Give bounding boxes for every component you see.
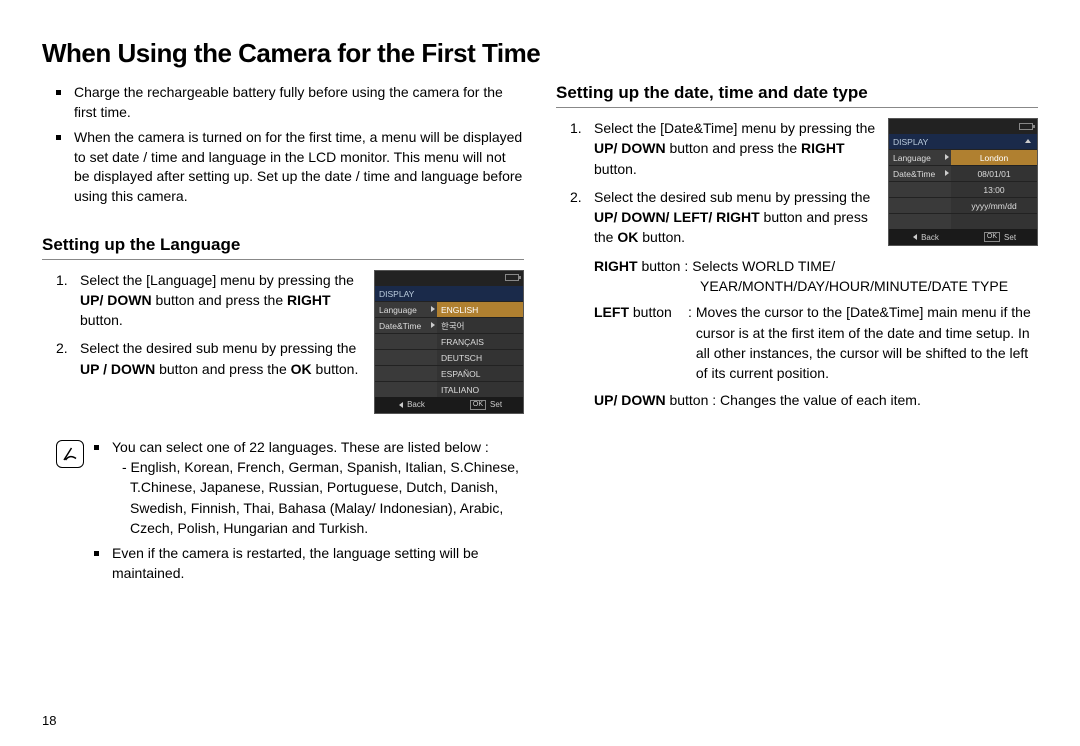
button-name: OK — [617, 229, 638, 245]
button-name: RIGHT — [594, 258, 638, 274]
date-steps: Select the [Date&Time] menu by pressing … — [556, 118, 876, 256]
button-suffix: button : — [666, 392, 720, 408]
lcd-foot-back: Back — [407, 400, 425, 409]
step-text: button. — [80, 312, 123, 328]
lcd-option: ITALIANO — [437, 381, 523, 397]
step-item: Select the [Language] menu by pressing t… — [56, 270, 362, 331]
lcd-menu-item: Language — [889, 149, 951, 165]
step-text: Select the desired sub menu by pressing … — [80, 340, 356, 356]
language-steps: Select the [Language] menu by pressing t… — [42, 270, 362, 387]
button-definition-left: LEFT button : Moves the cursor to the [D… — [556, 302, 1038, 383]
button-suffix: button — [638, 258, 681, 274]
intro-bullets: Charge the rechargeable battery fully be… — [42, 83, 524, 207]
step-text: button and press the — [155, 361, 290, 377]
button-name: UP/ DOWN — [594, 392, 666, 408]
back-arrow-icon — [399, 402, 403, 408]
section-title-date: Setting up the date, time and date type — [556, 83, 1038, 108]
ok-icon: OK — [470, 400, 486, 410]
button-name: UP/ DOWN — [80, 292, 152, 308]
button-desc: Moves the cursor to the [Date&Time] main… — [696, 302, 1038, 383]
lcd-language-screenshot: DISPLAY Language Date&Time ENGLISH 한국어 F… — [374, 270, 524, 414]
lcd-option-selected: ENGLISH — [437, 301, 523, 317]
lcd-option: 13:00 — [951, 181, 1037, 197]
lcd-menu-item: Date&Time — [889, 165, 951, 181]
button-name: OK — [291, 361, 312, 377]
step-text: button. — [312, 361, 359, 377]
ok-icon: OK — [984, 232, 1000, 242]
button-name: UP / DOWN — [80, 361, 155, 377]
step-text: Select the desired sub menu by pressing … — [594, 189, 870, 205]
step-text: button. — [638, 229, 685, 245]
button-name: RIGHT — [287, 292, 331, 308]
lcd-option: ESPAÑOL — [437, 365, 523, 381]
battery-icon — [505, 274, 519, 281]
step-item: Select the [Date&Time] menu by pressing … — [570, 118, 876, 179]
lcd-date-screenshot: DISPLAY Language Date&Time London 08/01/… — [888, 118, 1038, 246]
step-text: button and press the — [152, 292, 287, 308]
back-arrow-icon — [913, 234, 917, 240]
step-text: Select the [Language] menu by pressing t… — [80, 272, 354, 288]
language-list: - English, Korean, French, German, Spani… — [122, 457, 524, 538]
step-text: button and press the — [666, 140, 801, 156]
lcd-foot-back: Back — [921, 233, 939, 242]
lcd-option: yyyy/mm/dd — [951, 197, 1037, 213]
page-number: 18 — [42, 713, 56, 728]
lcd-header: DISPLAY — [375, 285, 437, 301]
section-title-language: Setting up the Language — [42, 235, 524, 260]
note-content: You can select one of 22 languages. Thes… — [94, 438, 524, 590]
date-steps-row: Select the [Date&Time] menu by pressing … — [556, 118, 1038, 256]
page-title: When Using the Camera for the First Time — [42, 38, 1038, 69]
button-suffix: button — [629, 304, 672, 320]
left-column: Charge the rechargeable battery fully be… — [42, 83, 524, 590]
button-name: LEFT — [594, 304, 629, 320]
note-bullet: Even if the camera is restarted, the lan… — [94, 544, 524, 583]
right-column: Setting up the date, time and date type … — [556, 83, 1038, 590]
language-steps-row: Select the [Language] menu by pressing t… — [42, 270, 524, 414]
button-name: RIGHT — [801, 140, 845, 156]
lcd-foot-set: Set — [490, 400, 502, 409]
intro-bullet: When the camera is turned on for the fir… — [56, 128, 524, 206]
lcd-option: FRANÇAIS — [437, 333, 523, 349]
intro-bullet: Charge the rechargeable battery fully be… — [56, 83, 524, 122]
button-name: UP/ DOWN/ LEFT/ RIGHT — [594, 209, 760, 225]
button-desc: Selects WORLD TIME/ — [692, 256, 835, 276]
step-text: button. — [594, 161, 637, 177]
button-name: UP/ DOWN — [594, 140, 666, 156]
button-definition-updown: UP/ DOWN button : Changes the value of e… — [556, 390, 1038, 410]
step-item: Select the desired sub menu by pressing … — [570, 187, 876, 248]
button-desc-line2: YEAR/MONTH/DAY/HOUR/MINUTE/DATE TYPE — [594, 276, 1038, 296]
note-lead: You can select one of 22 languages. Thes… — [112, 439, 489, 455]
lcd-menu-item: Language — [375, 301, 437, 317]
lcd-foot-set: Set — [1004, 233, 1016, 242]
step-item: Select the desired sub menu by pressing … — [56, 338, 362, 379]
battery-icon — [1019, 123, 1033, 130]
button-definition-right: RIGHT button : Selects WORLD TIME/ YEAR/… — [556, 256, 1038, 297]
note-box: You can select one of 22 languages. Thes… — [42, 438, 524, 590]
lcd-option-selected: London — [951, 149, 1037, 165]
lcd-option: 08/01/01 — [951, 165, 1037, 181]
two-column-layout: Charge the rechargeable battery fully be… — [42, 83, 1038, 590]
lcd-option: DEUTSCH — [437, 349, 523, 365]
lcd-option: 한국어 — [437, 317, 523, 333]
note-bullet: You can select one of 22 languages. Thes… — [94, 438, 524, 539]
lcd-header: DISPLAY — [889, 133, 951, 149]
button-desc: Changes the value of each item. — [720, 392, 921, 408]
note-icon — [56, 440, 84, 468]
step-text: Select the [Date&Time] menu by pressing … — [594, 120, 875, 136]
lcd-menu-item: Date&Time — [375, 317, 437, 333]
